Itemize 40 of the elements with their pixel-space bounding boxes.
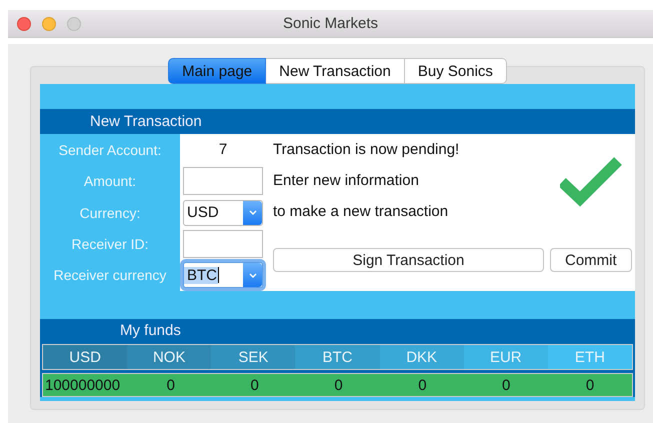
- input-field[interactable]: [183, 230, 263, 258]
- currency-dropdown[interactable]: BTC: [183, 262, 263, 288]
- chevron-down-icon: [248, 210, 256, 216]
- table-cell-text: 100000000: [44, 376, 122, 396]
- table-cell-text: 0: [249, 376, 260, 396]
- field-label: Currency:: [78, 204, 142, 223]
- status-message: to make a new transaction: [273, 202, 450, 222]
- status-message: Enter new information: [273, 171, 420, 191]
- field-label: Sender Account:: [58, 140, 162, 160]
- section-header: New Transaction: [40, 109, 635, 134]
- column-header: BTC: [295, 345, 380, 369]
- window-title: Sonic Markets: [282, 15, 380, 32]
- field-label: Amount:: [82, 172, 138, 192]
- section-header: My funds: [40, 319, 635, 342]
- close-button[interactable]: [17, 16, 31, 30]
- table-cell-text: 0: [501, 376, 512, 396]
- column-header: USD: [43, 345, 128, 369]
- column-header: ETH: [548, 345, 632, 369]
- action-button[interactable]: Commit: [550, 248, 632, 272]
- table-cell-text: 0: [333, 376, 344, 396]
- input-field[interactable]: [183, 167, 263, 196]
- currency-dropdown[interactable]: USD: [183, 200, 263, 226]
- zoom-button[interactable]: [67, 16, 81, 30]
- column-header: SEK: [211, 345, 296, 369]
- table-cell-text: 0: [417, 376, 428, 396]
- table-cell-text: 0: [166, 376, 176, 396]
- chevron-down-icon: [248, 272, 256, 278]
- minimize-button[interactable]: [42, 16, 56, 30]
- account-value: 7: [218, 141, 228, 158]
- column-header: DKK: [380, 345, 464, 369]
- field-label: Receiver currency: [52, 266, 168, 286]
- tab[interactable]: New Transaction: [266, 58, 405, 84]
- status-message: Transaction is now pending!: [273, 140, 460, 160]
- tab[interactable]: Buy Sonics: [404, 58, 507, 84]
- field-label: Receiver ID:: [70, 234, 150, 254]
- column-header: NOK: [127, 345, 212, 369]
- tab[interactable]: Main page: [168, 58, 266, 84]
- action-button[interactable]: Sign Transaction: [273, 248, 544, 272]
- column-header: EUR: [464, 345, 548, 369]
- table-cell-text: 0: [584, 376, 596, 396]
